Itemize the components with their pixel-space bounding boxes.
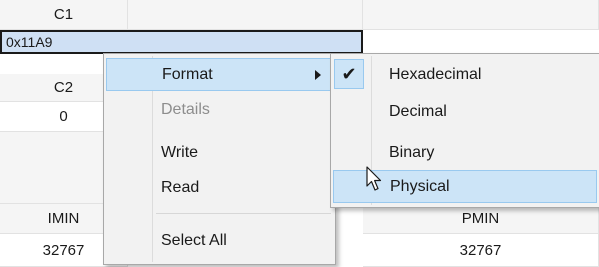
menu-item-write[interactable]: Write — [106, 136, 333, 169]
submenu-item-binary[interactable]: Binary — [333, 136, 597, 169]
column-header-blank — [128, 0, 363, 30]
submenu-item-label: Physical — [390, 177, 450, 195]
column-header-pmin[interactable]: PMIN — [363, 204, 599, 234]
menu-item-details: Details — [106, 93, 333, 126]
menu-separator — [156, 213, 331, 214]
menu-item-select-all[interactable]: Select All — [106, 224, 333, 257]
submenu-item-label: Hexadecimal — [389, 65, 482, 83]
checkmark-icon: ✔ — [334, 59, 364, 89]
column-header-c1[interactable]: C1 — [0, 0, 128, 30]
menu-item-label: Select All — [161, 231, 227, 249]
submenu-item-label: Decimal — [389, 102, 447, 120]
pmin-value-cell[interactable]: 32767 — [363, 234, 599, 267]
mouse-pointer-icon — [366, 166, 382, 191]
menu-item-read[interactable]: Read — [106, 171, 333, 204]
submenu-item-label: Binary — [389, 143, 435, 161]
submenu-item-decimal[interactable]: Decimal — [333, 95, 597, 128]
selected-cell[interactable]: 0x11A9 — [0, 30, 363, 54]
submenu-item-hexadecimal[interactable]: ✔ Hexadecimal — [333, 58, 597, 91]
menu-item-label: Read — [161, 178, 200, 196]
menu-item-label: Details — [161, 100, 210, 118]
column-header-right — [363, 0, 599, 30]
menu-item-format[interactable]: Format — [106, 58, 333, 91]
context-menu: Format Details Write Read Select All — [103, 53, 336, 265]
chevron-right-icon — [315, 70, 321, 80]
menu-item-label: Format — [162, 65, 213, 83]
menu-item-label: Write — [161, 143, 199, 161]
